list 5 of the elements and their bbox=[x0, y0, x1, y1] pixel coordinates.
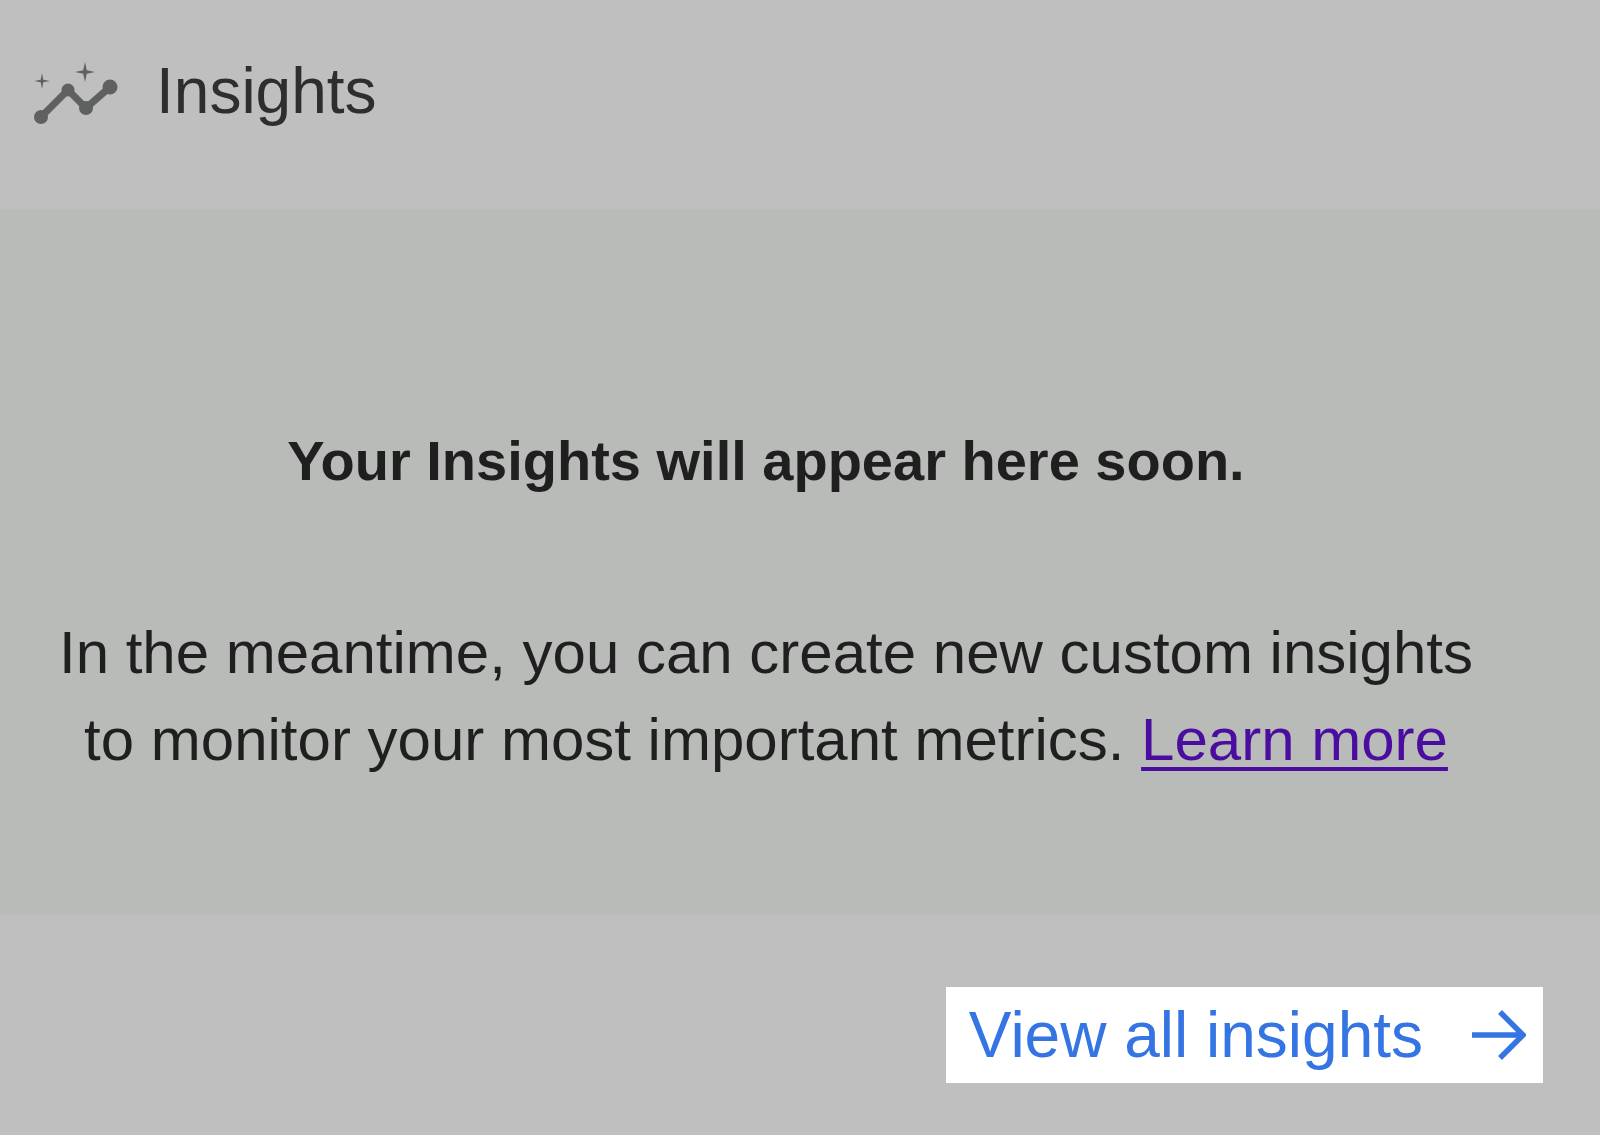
right-arrow-icon bbox=[1470, 1008, 1526, 1062]
empty-state-message: In the meantime, you can create new custom insights to monitor your most important metrics. Learn more bbox=[57, 618, 1474, 775]
empty-state-heading: Your Insights will appear here soon. bbox=[287, 428, 1245, 494]
learn-more-link[interactable]: Learn more bbox=[1141, 706, 1448, 773]
view-all-button[interactable]: View all insights bbox=[945, 987, 1543, 1083]
